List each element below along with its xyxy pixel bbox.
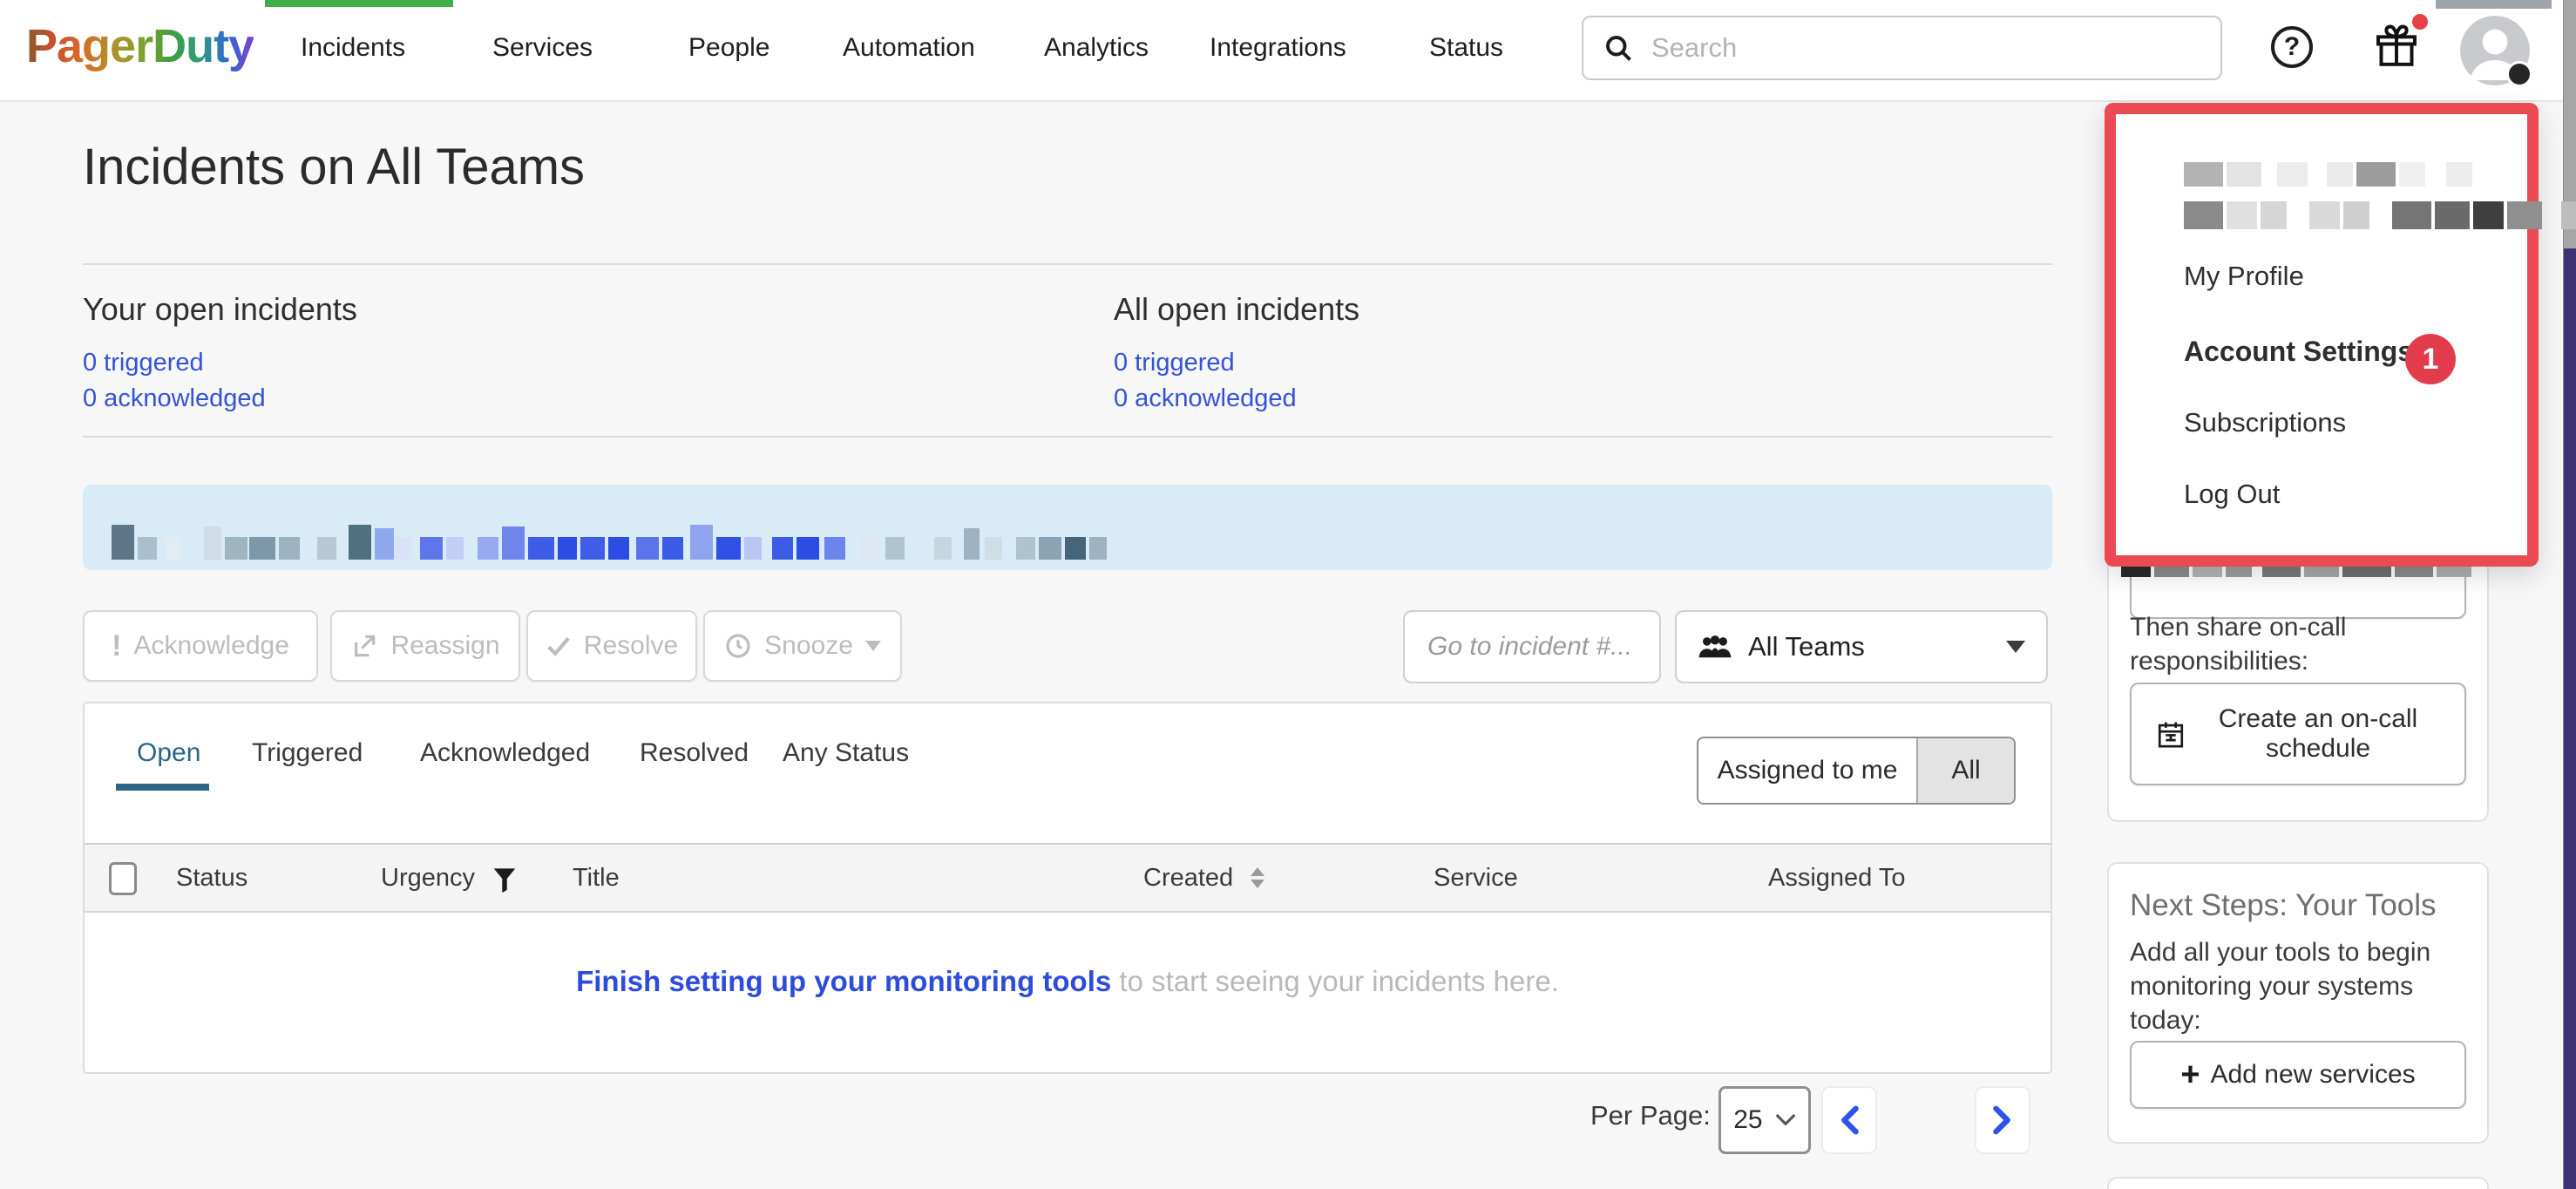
- empty-state-rest: to start seeing your incidents here.: [1111, 965, 1559, 997]
- redacted-user-email: [2184, 201, 2576, 229]
- search-icon: [1603, 32, 1634, 64]
- nav-item-automation[interactable]: Automation: [843, 33, 975, 63]
- partially-visible-card: [2107, 1177, 2489, 1189]
- menu-item-subscriptions[interactable]: Subscriptions: [2184, 407, 2346, 438]
- create-oncall-schedule-label: Create an on-call schedule: [2196, 704, 2440, 764]
- resolve-button[interactable]: Resolve: [526, 610, 697, 682]
- menu-item-log-out[interactable]: Log Out: [2184, 479, 2280, 510]
- chevron-right-icon: [1991, 1105, 2014, 1135]
- chevron-left-icon: [1838, 1105, 1861, 1135]
- select-all-checkbox[interactable]: [109, 862, 137, 895]
- divider: [83, 436, 2052, 438]
- menu-item-account-settings[interactable]: Account Settings: [2184, 336, 2413, 368]
- all-acknowledged-link[interactable]: 0 acknowledged: [1114, 384, 1297, 413]
- share-oncall-text: Then share on-call responsibilities:: [2130, 610, 2461, 678]
- your-open-incidents-heading: Your open incidents: [83, 291, 357, 328]
- per-page-select[interactable]: 25: [1718, 1086, 1811, 1154]
- table-header-row: Status Urgency Title Created Service Ass…: [85, 843, 2051, 913]
- top-navigation-bar: PagerDuty Incidents Services People Auto…: [0, 0, 2576, 102]
- toggle-assigned-to-me[interactable]: Assigned to me: [1698, 738, 1916, 803]
- sort-icon[interactable]: [1251, 867, 1264, 888]
- reassign-button[interactable]: Reassign: [330, 610, 520, 682]
- user-menu-annotation-box: My Profile Account Settings Subscription…: [2105, 103, 2539, 567]
- acknowledge-label: Acknowledge: [133, 631, 288, 661]
- next-steps-title: Next Steps: Your Tools: [2130, 888, 2437, 922]
- column-header-status[interactable]: Status: [176, 864, 247, 893]
- tab-resolved[interactable]: Resolved: [640, 738, 749, 768]
- chevron-down-icon: [865, 641, 881, 651]
- next-page-button[interactable]: [1975, 1086, 2030, 1154]
- column-header-assigned-to[interactable]: Assigned To: [1768, 864, 1905, 893]
- tab-acknowledged[interactable]: Acknowledged: [420, 738, 590, 768]
- filter-icon[interactable]: [492, 867, 517, 893]
- resolve-label: Resolve: [584, 631, 678, 661]
- nav-item-integrations[interactable]: Integrations: [1210, 33, 1346, 63]
- column-header-created[interactable]: Created: [1143, 864, 1233, 893]
- active-nav-indicator: [265, 0, 453, 7]
- acknowledge-button[interactable]: ! Acknowledge: [83, 610, 318, 682]
- all-open-incidents-heading: All open incidents: [1114, 291, 1359, 328]
- global-search[interactable]: [1582, 16, 2222, 80]
- redacted-user-name: [2184, 162, 2476, 187]
- add-new-services-label: Add new services: [2211, 1060, 2416, 1090]
- pagerduty-logo[interactable]: PagerDuty: [26, 19, 254, 73]
- avatar-status-dot: [2506, 61, 2532, 87]
- next-steps-card: Next Steps: Your Tools Add all your tool…: [2107, 862, 2489, 1144]
- nav-item-status[interactable]: Status: [1429, 33, 1503, 63]
- exclamation-icon: !: [112, 629, 121, 663]
- tab-any-status[interactable]: Any Status: [783, 738, 909, 768]
- add-new-services-button[interactable]: + Add new services: [2130, 1041, 2466, 1109]
- tab-open[interactable]: Open: [137, 738, 200, 768]
- check-icon: [546, 633, 572, 659]
- nav-item-incidents[interactable]: Incidents: [301, 33, 405, 63]
- goto-incident-input[interactable]: [1403, 610, 1661, 683]
- snooze-label: Snooze: [764, 631, 853, 661]
- incidents-table-card: Open Triggered Acknowledged Resolved Any…: [83, 702, 2052, 1074]
- reassign-icon: [350, 632, 378, 660]
- help-icon[interactable]: ?: [2271, 26, 2313, 68]
- next-steps-body: Add all your tools to begin monitoring y…: [2130, 935, 2466, 1037]
- plus-icon: +: [2180, 1062, 2200, 1088]
- your-acknowledged-link[interactable]: 0 acknowledged: [83, 384, 266, 413]
- per-page-value: 25: [1733, 1105, 1762, 1135]
- info-banner: [83, 485, 2052, 570]
- team-icon: [1698, 634, 1732, 660]
- clock-icon: [724, 632, 752, 660]
- gift-icon[interactable]: [2372, 23, 2421, 71]
- calendar-icon: [2156, 719, 2186, 749]
- empty-state-message: Finish setting up your monitoring tools …: [85, 965, 2051, 998]
- annotation-step-badge: 1: [2405, 334, 2456, 384]
- teams-filter-dropdown[interactable]: All Teams: [1675, 610, 2048, 683]
- column-header-urgency[interactable]: Urgency: [381, 864, 475, 893]
- top-right-artifact-bar: [2436, 0, 2552, 9]
- per-page-label: Per Page:: [1590, 1100, 1711, 1131]
- reassign-label: Reassign: [390, 631, 499, 661]
- teams-filter-value: All Teams: [1748, 631, 1865, 662]
- nav-item-analytics[interactable]: Analytics: [1044, 33, 1149, 63]
- previous-page-button[interactable]: [1821, 1086, 1877, 1154]
- nav-item-people[interactable]: People: [688, 33, 769, 63]
- search-input[interactable]: [1650, 31, 2141, 65]
- chevron-down-icon: [1775, 1113, 1796, 1127]
- snooze-button[interactable]: Snooze: [703, 610, 902, 682]
- toggle-all[interactable]: All: [1916, 738, 2014, 803]
- finish-setup-link[interactable]: Finish setting up your monitoring tools: [576, 965, 1111, 997]
- divider: [83, 263, 2052, 265]
- menu-item-my-profile[interactable]: My Profile: [2184, 261, 2304, 292]
- all-triggered-link[interactable]: 0 triggered: [1114, 349, 1235, 377]
- column-header-service[interactable]: Service: [1434, 864, 1518, 893]
- your-triggered-link[interactable]: 0 triggered: [83, 349, 204, 377]
- tab-triggered[interactable]: Triggered: [252, 738, 363, 768]
- create-oncall-schedule-button[interactable]: Create an on-call schedule: [2130, 683, 2466, 785]
- page-title: Incidents on All Teams: [83, 138, 585, 196]
- redacted-banner-text: [112, 495, 1110, 560]
- active-tab-underline: [116, 784, 209, 791]
- chevron-down-icon: [2006, 641, 2025, 653]
- column-header-title[interactable]: Title: [573, 864, 620, 893]
- gift-notification-dot: [2412, 14, 2428, 30]
- nav-item-services[interactable]: Services: [492, 33, 593, 63]
- pagerduty-incidents-page: PagerDuty Incidents Services People Auto…: [0, 0, 2576, 1189]
- assignment-toggle: Assigned to me All: [1697, 737, 2016, 805]
